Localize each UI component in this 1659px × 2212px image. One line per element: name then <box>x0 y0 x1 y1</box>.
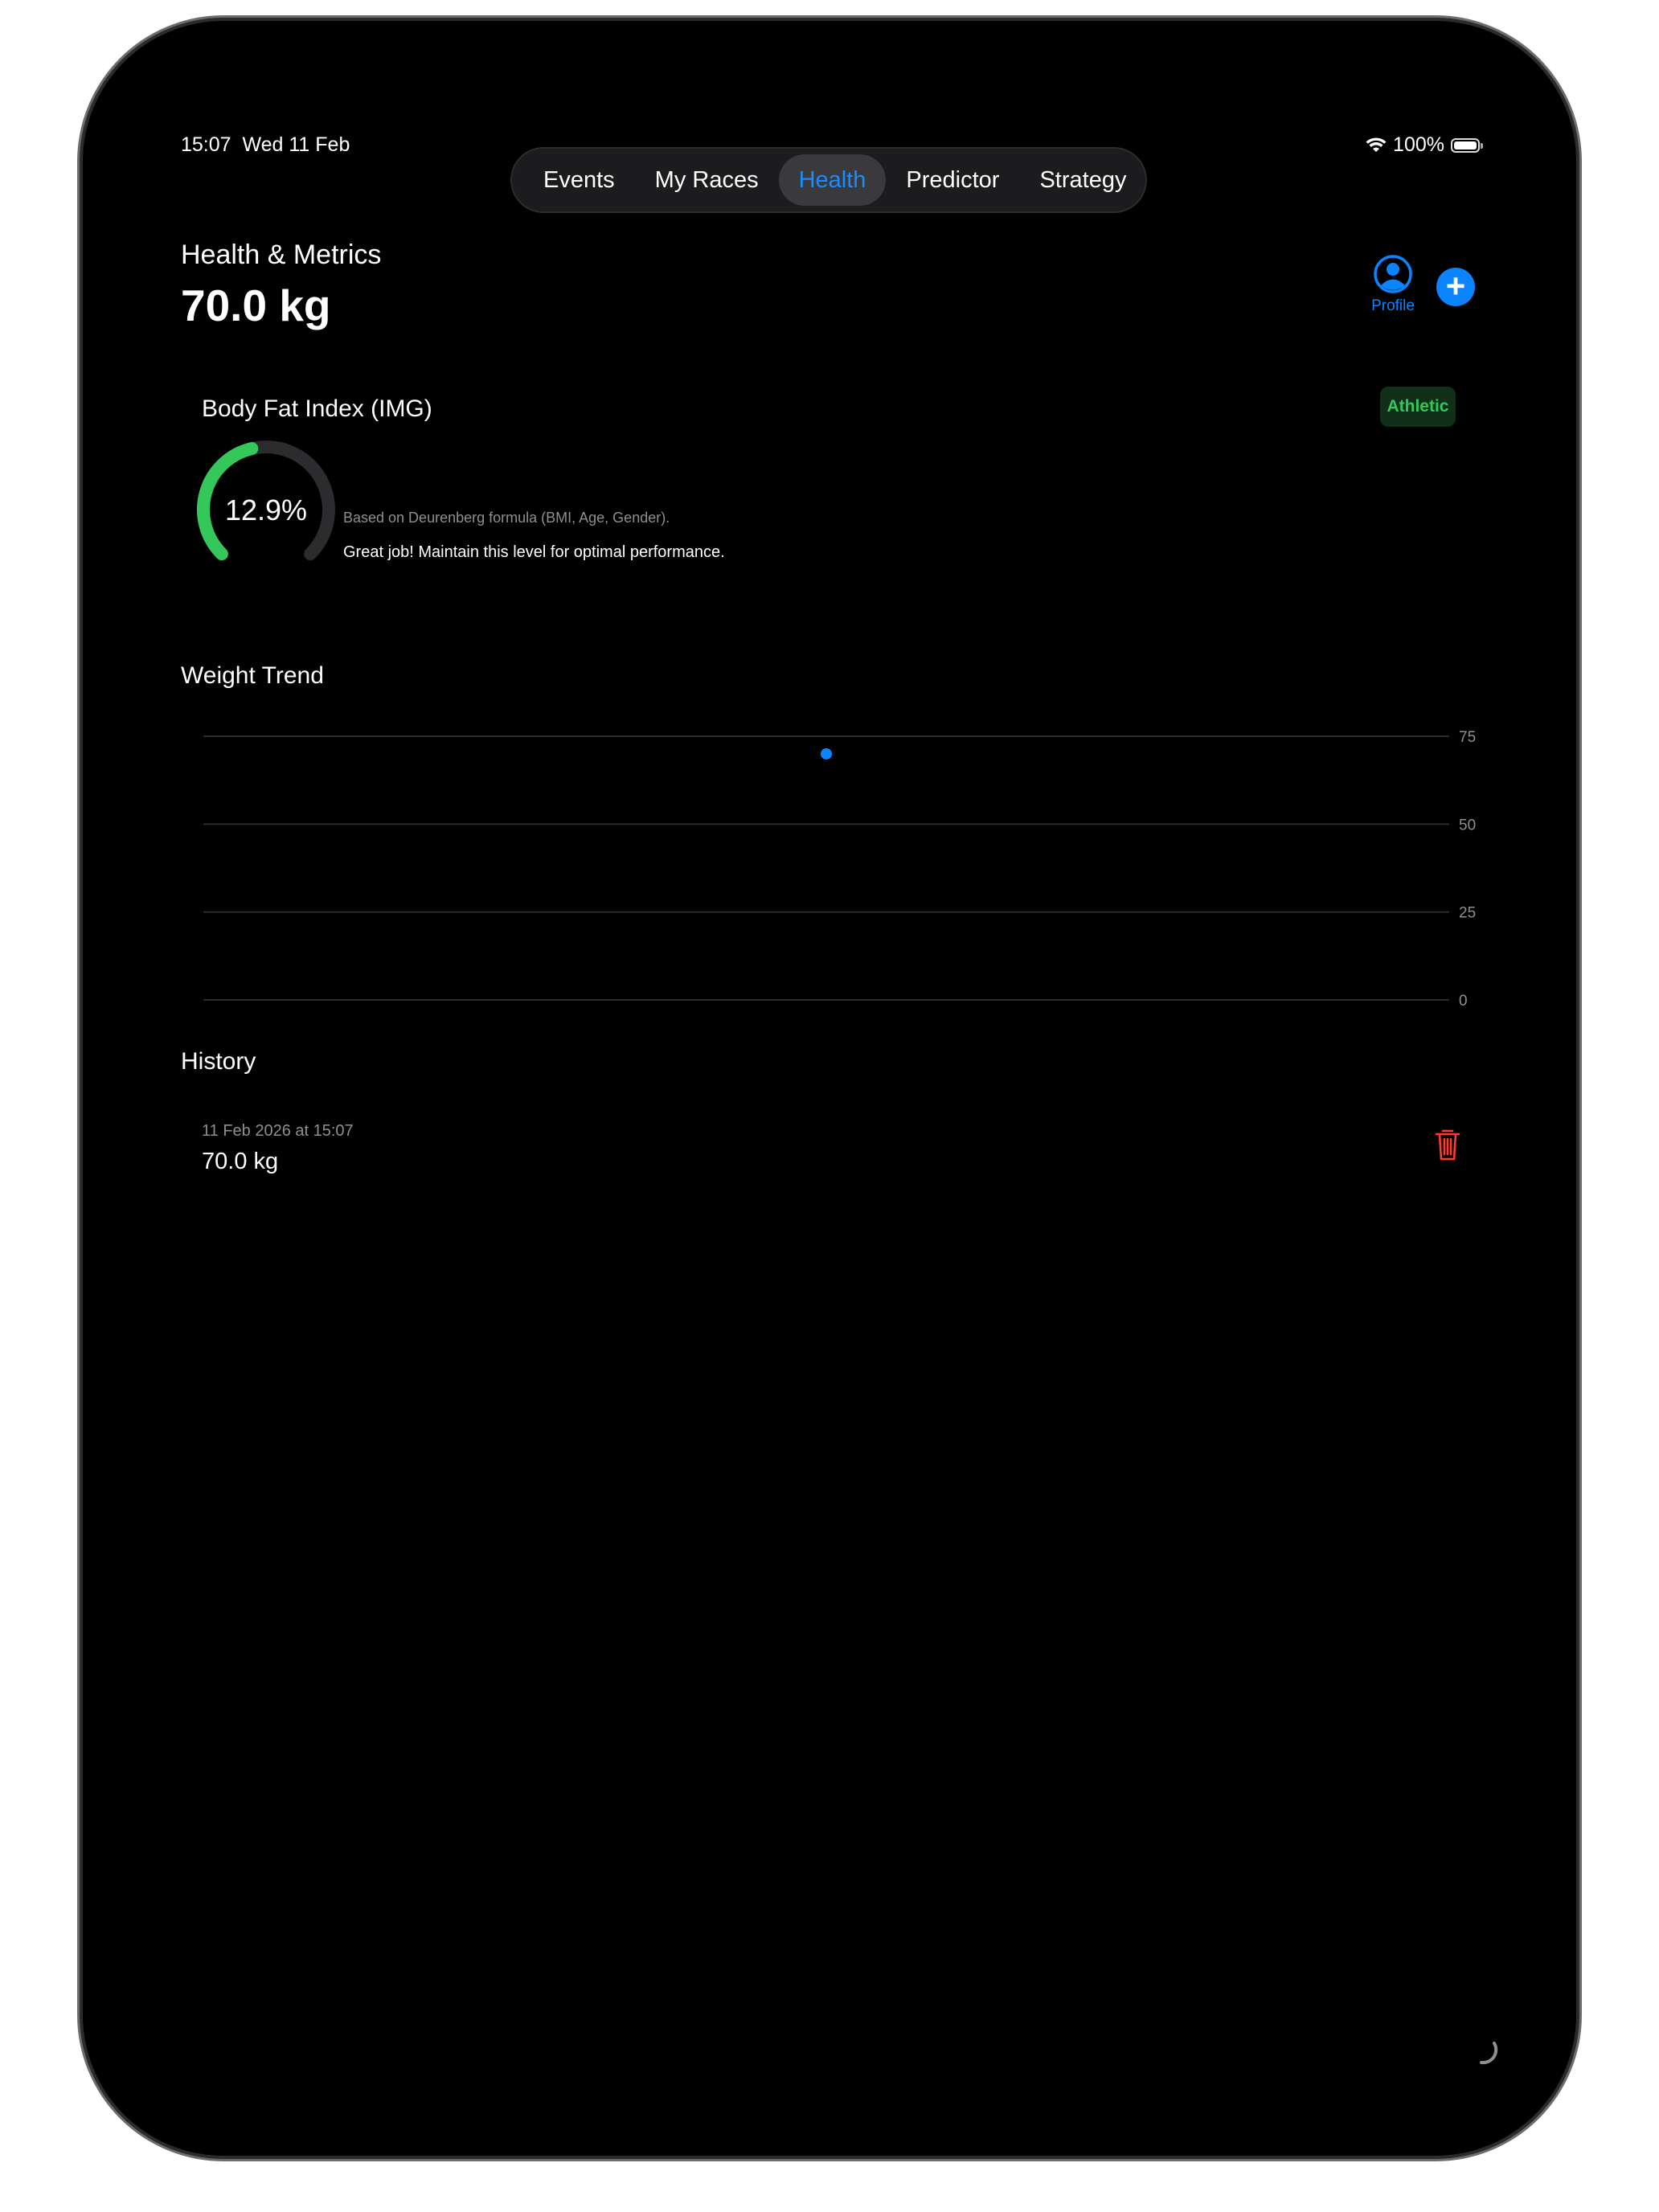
weight-trend-chart: 75 50 25 0 <box>203 729 1476 1008</box>
y-tick-label: 25 <box>1459 905 1476 922</box>
status-time: 15:07 Wed 11 Feb <box>181 133 350 157</box>
tab-bar: Events My Races Health Predictor Strateg… <box>510 147 1147 213</box>
tab-my-races[interactable]: My Races <box>635 154 779 206</box>
person-circle-icon <box>1374 255 1412 293</box>
loading-indicator-icon <box>1480 2042 1498 2065</box>
status-date: Wed 11 Feb <box>242 133 350 156</box>
history-title: History <box>181 1048 256 1075</box>
body-fat-value: 12.9% <box>224 494 308 526</box>
status-badge: Athletic <box>1380 387 1456 427</box>
y-tick-label: 50 <box>1459 817 1476 834</box>
body-fat-message: Great job! Maintain this level for optim… <box>343 543 725 561</box>
body-fat-title: Body Fat Index (IMG) <box>202 395 432 422</box>
page-title: Health & Metrics <box>181 240 382 270</box>
profile-button[interactable]: Profile <box>1361 254 1425 315</box>
tab-health[interactable]: Health <box>778 154 887 206</box>
trash-icon[interactable] <box>1433 1127 1462 1162</box>
current-weight: 70.0 kg <box>181 281 331 330</box>
add-weight-button[interactable]: + <box>1436 268 1475 306</box>
status-clock: 15:07 <box>181 133 231 156</box>
tab-events[interactable]: Events <box>523 154 635 206</box>
screen: 15:07 Wed 11 Feb 100% Events My Races He… <box>83 21 1576 2156</box>
battery-percent: 100% <box>1393 133 1444 156</box>
weight-trend-title: Weight Trend <box>181 662 324 689</box>
weight-data-point <box>821 748 832 760</box>
wifi-icon <box>1366 137 1387 152</box>
y-tick-label: 0 <box>1459 993 1468 1008</box>
history-entry-date: 11 Feb 2026 at 15:07 <box>202 1122 354 1140</box>
tab-strategy[interactable]: Strategy <box>1019 154 1146 206</box>
history-entry-weight: 70.0 kg <box>202 1149 279 1174</box>
plus-icon: + <box>1445 267 1466 305</box>
tab-predictor[interactable]: Predictor <box>886 154 1019 206</box>
battery-icon <box>1451 137 1483 153</box>
ipad-frame: 15:07 Wed 11 Feb 100% Events My Races He… <box>83 21 1576 2156</box>
y-tick-label: 75 <box>1459 729 1476 746</box>
status-right: 100% <box>1366 133 1483 157</box>
body-fat-formula: Based on Deurenberg formula (BMI, Age, G… <box>343 510 670 526</box>
profile-label: Profile <box>1371 297 1415 314</box>
